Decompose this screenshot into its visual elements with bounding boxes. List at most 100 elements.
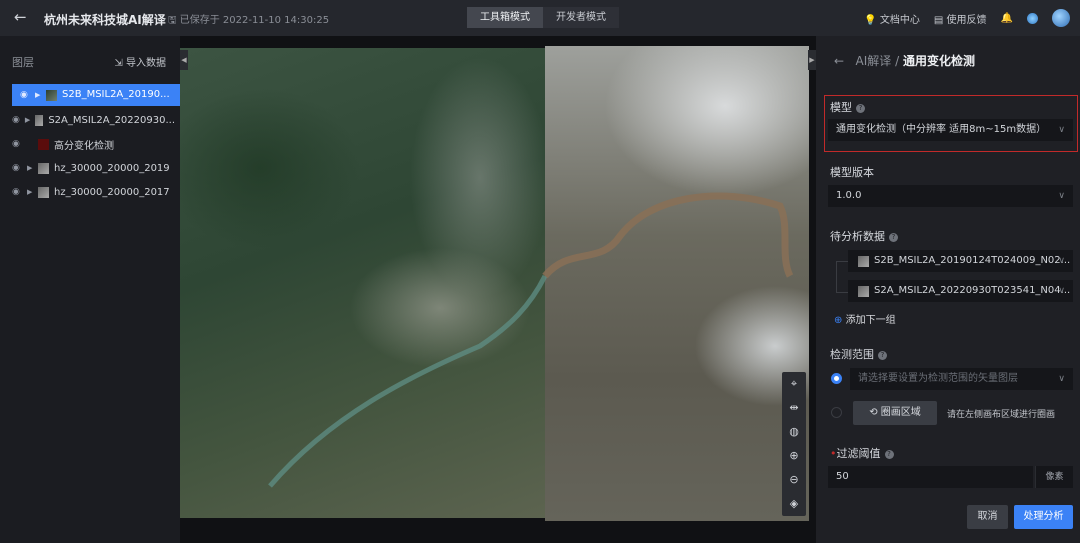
help-icon[interactable]: ?: [884, 449, 894, 459]
layer-item[interactable]: ◉ ▶ hz_30000_20000_2019: [4, 156, 175, 180]
layer-thumbnail: [38, 162, 49, 174]
collapse-right-button[interactable]: ▶: [808, 50, 816, 70]
layer-thumbnail: [38, 186, 49, 198]
avatar[interactable]: [1052, 9, 1070, 27]
docs-link[interactable]: 💡 文档中心: [864, 11, 920, 26]
layer-name: S2A_MSIL2A_20220930...: [48, 114, 175, 126]
top-bar: ← 杭州未来科技城AI解译 🖫 已保存于 2022-11-10 14:30:25…: [0, 0, 1080, 36]
data-select-1[interactable]: S2B_MSIL2A_20190124T024009_N02... ∨: [848, 250, 1073, 272]
tab-developer-mode[interactable]: 开发者模式: [543, 7, 619, 28]
cancel-button[interactable]: 取消: [967, 505, 1008, 529]
version-select[interactable]: 1.0.0 ∨: [828, 185, 1073, 207]
zoom-in-icon[interactable]: ⊕: [782, 444, 806, 468]
model-highlight-box: [824, 95, 1078, 152]
layer-thumbnail: [35, 114, 44, 126]
data-select-2[interactable]: S2A_MSIL2A_20220930T023541_N04... ∨: [848, 280, 1073, 302]
split-compare-icon[interactable]: ⇹: [782, 396, 806, 420]
draw-hint: 请在左侧画布区域进行圈画: [947, 410, 1056, 420]
range-select[interactable]: 请选择要设置为检测范围的矢量图层 ∨: [850, 368, 1073, 390]
radio-vector-layer[interactable]: [831, 373, 842, 384]
eye-icon[interactable]: ◉: [12, 187, 22, 197]
version-label: 模型版本: [830, 166, 874, 179]
version-value: 1.0.0: [836, 190, 862, 201]
breadcrumb: ← AI解译 / 通用变化检测: [834, 52, 975, 69]
layer-panel: 图层 ⇲ 导入数据 ◉▶S2B_MSIL2A_20190...✣⋯ ◉▶S2A_…: [0, 36, 257, 543]
layer-thumbnail: [38, 138, 49, 150]
layers-icon[interactable]: ◈: [782, 492, 806, 516]
range-placeholder: 请选择要设置为检测范围的矢量图层: [858, 373, 1018, 384]
layer-name: 高分变化检测: [54, 140, 114, 152]
add-group-label: 添加下一组: [845, 315, 896, 326]
tab-toolbox-mode[interactable]: 工具箱模式: [467, 7, 543, 28]
expand-caret-icon[interactable]: ▶: [25, 116, 30, 124]
back-arrow-icon[interactable]: ←: [14, 8, 27, 26]
draw-button-label: 圈画区域: [880, 407, 921, 418]
project-title: 杭州未来科技城AI解译: [44, 13, 166, 27]
data-label-text: 待分析数据: [830, 230, 885, 243]
map-controls: ⌖ ⇹ ◍ ⊕ ⊖ ◈: [782, 372, 806, 516]
feedback-icon: ▤: [933, 14, 944, 26]
layer-name: S2B_MSIL2A_20190...: [62, 89, 170, 100]
plus-circle-icon: ⊕: [834, 315, 843, 326]
river-overlay: [268, 192, 794, 488]
save-status-text: 已保存于 2022-11-10 14:30:25: [179, 15, 330, 26]
import-icon: ⇲: [114, 58, 123, 69]
expand-caret-icon[interactable]: ▶: [35, 84, 41, 106]
zoom-out-icon[interactable]: ⊖: [782, 468, 806, 492]
layer-item[interactable]: ◉ ▶ hz_30000_20000_2017: [4, 180, 175, 204]
threshold-unit: 像素: [1035, 466, 1073, 488]
layer-name: hz_30000_20000_2019: [54, 162, 170, 174]
add-group-button[interactable]: ⊕ 添加下一组: [834, 311, 896, 326]
layer-name: hz_30000_20000_2017: [54, 186, 170, 198]
range-label-text: 检测范围: [830, 348, 874, 361]
radio-draw-area[interactable]: [831, 407, 842, 418]
feedback-link[interactable]: ▤ 使用反馈: [934, 11, 987, 26]
threshold-label-text: 过滤阈值: [836, 447, 881, 460]
bell-icon[interactable]: 🔔: [1001, 13, 1013, 24]
back-arrow-icon[interactable]: ←: [834, 54, 844, 68]
layer-item[interactable]: ◉ ▶ S2A_MSIL2A_20220930...: [4, 108, 175, 132]
lightbulb-icon: 💡: [864, 14, 877, 26]
breadcrumb-separator: /: [895, 54, 900, 68]
map-canvas[interactable]: ◀ ▶ ⌖ ⇹ ◍ ⊕ ⊖ ◈: [180, 36, 816, 543]
data-group-bracket: [836, 261, 848, 293]
data-thumbnail: [858, 286, 869, 297]
layer-item[interactable]: ◉ 高分变化检测: [4, 132, 175, 156]
threshold-value: 50: [836, 471, 849, 482]
expand-caret-icon[interactable]: ▶: [27, 164, 33, 172]
locate-icon[interactable]: ⌖: [782, 372, 806, 396]
eye-icon[interactable]: ◉: [20, 84, 30, 106]
threshold-label: •过滤阈值?: [830, 445, 894, 461]
help-icon[interactable]: ?: [878, 350, 887, 360]
save-status: 🖫 已保存于 2022-11-10 14:30:25: [168, 15, 330, 26]
layer-panel-title: 图层: [12, 56, 34, 69]
data-label: 待分析数据?: [830, 228, 898, 244]
chevron-down-icon: ∨: [1058, 191, 1065, 201]
collapse-left-button[interactable]: ◀: [180, 50, 188, 70]
import-data-button[interactable]: ⇲ 导入数据: [114, 54, 166, 69]
mode-switch: 工具箱模式 开发者模式: [467, 7, 619, 28]
draw-area-button[interactable]: ⟲ 圈画区域: [853, 401, 937, 425]
draw-icon: ⟲: [869, 407, 878, 418]
expand-caret-icon[interactable]: ▶: [27, 188, 33, 196]
eye-icon[interactable]: ◉: [12, 163, 22, 173]
threshold-input[interactable]: 50: [828, 466, 1033, 488]
feedback-label: 使用反馈: [946, 14, 987, 26]
data-thumbnail: [858, 256, 869, 267]
chevron-down-icon: ∨: [1058, 286, 1065, 296]
eye-icon[interactable]: ◉: [12, 139, 22, 149]
docs-label: 文档中心: [879, 14, 920, 26]
globe-view-icon[interactable]: ◍: [782, 420, 806, 444]
globe-icon[interactable]: [1027, 12, 1038, 24]
submit-analysis-button[interactable]: 处理分析: [1014, 505, 1073, 529]
help-icon[interactable]: ?: [889, 232, 898, 242]
data2-value: S2A_MSIL2A_20220930T023541_N04...: [874, 285, 1071, 296]
layer-thumbnail: [46, 89, 57, 101]
breadcrumb-parent[interactable]: AI解译: [856, 54, 892, 68]
breadcrumb-current: 通用变化检测: [902, 54, 975, 68]
eye-icon[interactable]: ◉: [12, 115, 20, 125]
import-label: 导入数据: [126, 58, 166, 69]
chevron-down-icon: ∨: [1058, 256, 1065, 266]
chevron-down-icon: ∨: [1058, 374, 1065, 384]
range-label: 检测范围?: [830, 346, 887, 362]
